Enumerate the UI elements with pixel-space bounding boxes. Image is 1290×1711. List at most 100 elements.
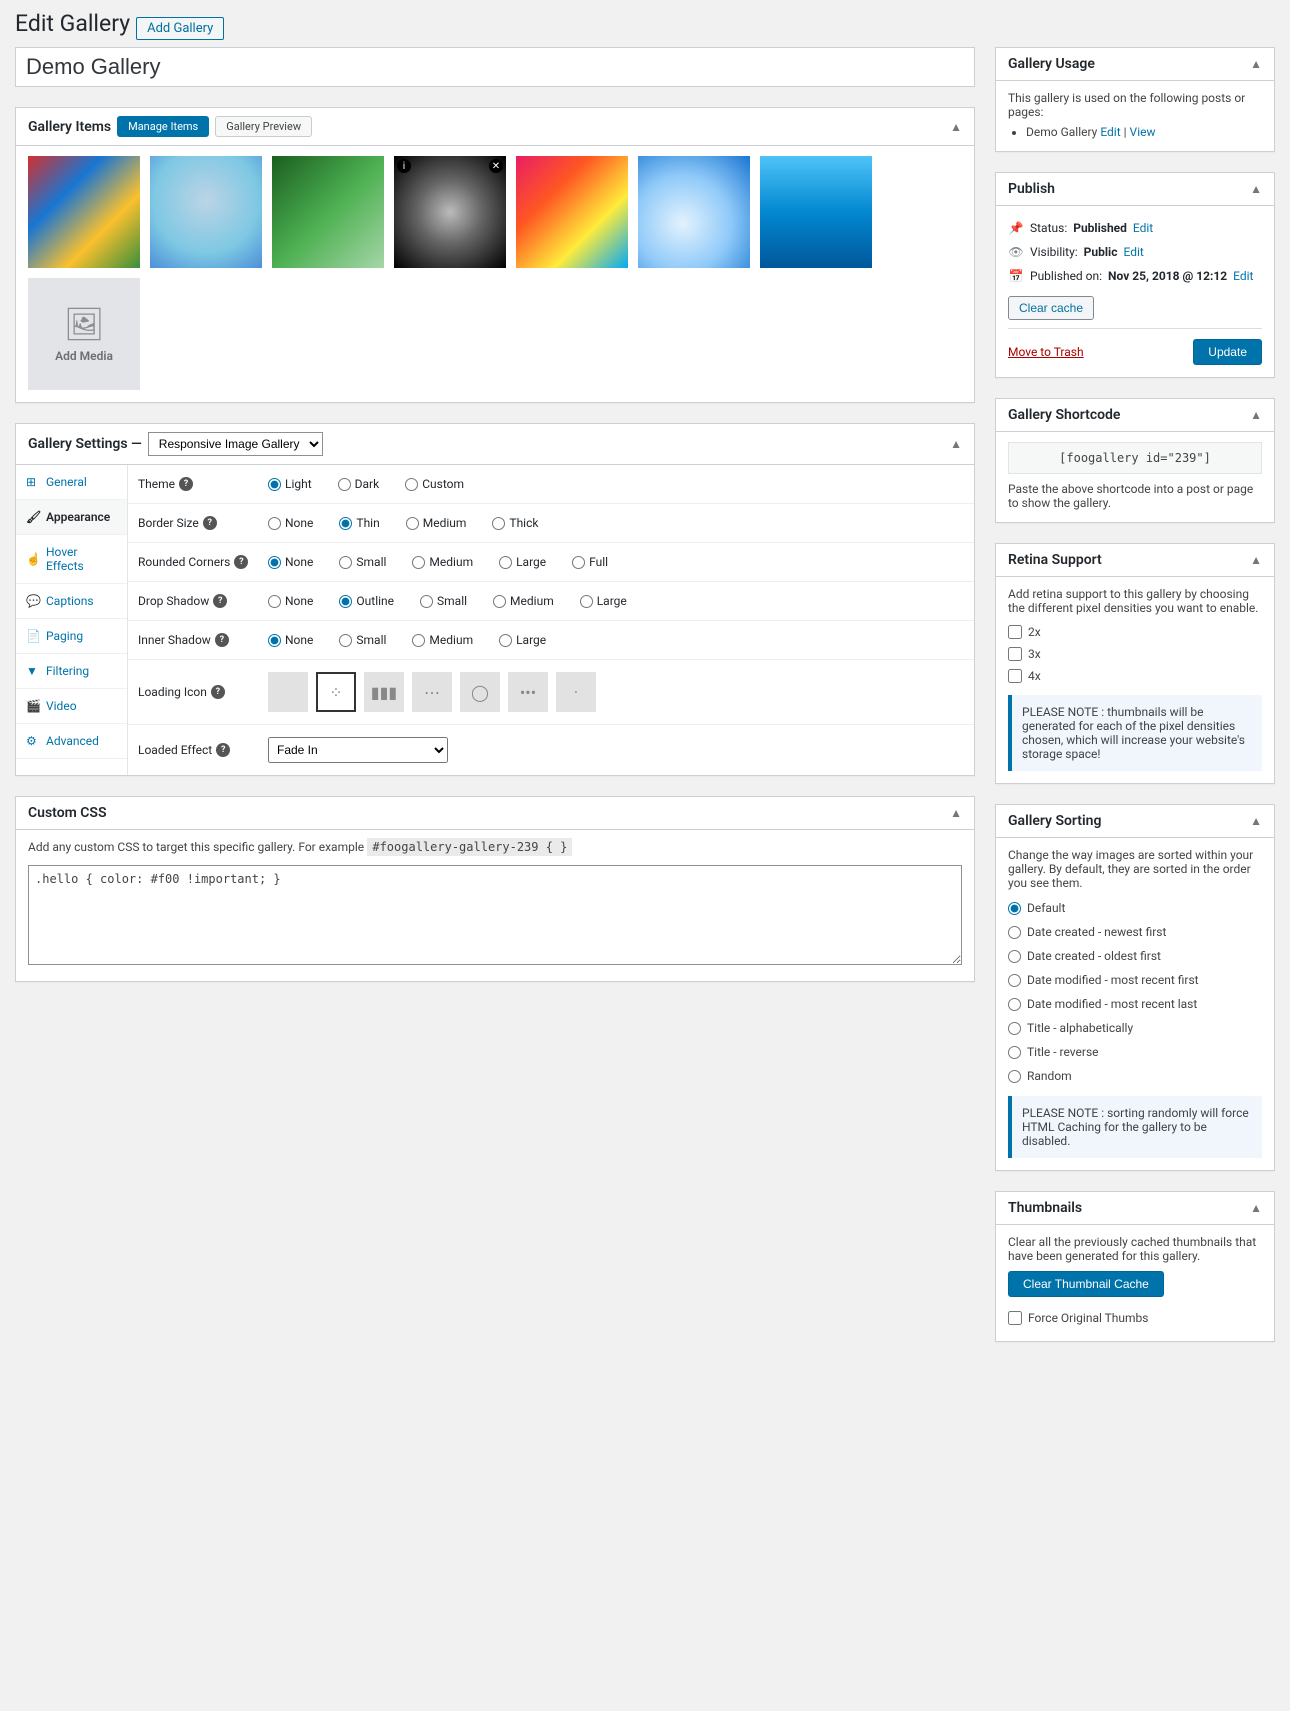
gallery-title-input[interactable] bbox=[15, 47, 975, 87]
published-value: Nov 25, 2018 @ 12:12 bbox=[1108, 269, 1227, 283]
help-icon[interactable]: ? bbox=[234, 555, 248, 569]
close-icon[interactable]: ✕ bbox=[489, 159, 503, 173]
loader-option-ellipsis[interactable]: ••• bbox=[508, 672, 548, 712]
gallery-thumb-2[interactable] bbox=[150, 156, 262, 268]
sorting-radio[interactable] bbox=[1008, 1022, 1021, 1035]
radio-innershadow-large[interactable]: Large bbox=[499, 633, 546, 647]
settings-tab-advanced[interactable]: ⚙Advanced bbox=[16, 724, 127, 759]
paging-icon: 📄 bbox=[26, 629, 40, 643]
radio-dropshadow-none[interactable]: None bbox=[268, 594, 313, 608]
published-edit-link[interactable]: Edit bbox=[1233, 269, 1253, 283]
publish-heading: Publish bbox=[1008, 181, 1055, 197]
move-to-trash-link[interactable]: Move to Trash bbox=[1008, 345, 1084, 359]
tab-gallery-preview[interactable]: Gallery Preview bbox=[215, 116, 312, 137]
gallery-thumb-6[interactable] bbox=[638, 156, 750, 268]
sorting-radio[interactable] bbox=[1008, 974, 1021, 987]
clear-thumbnail-cache-button[interactable]: Clear Thumbnail Cache bbox=[1008, 1271, 1164, 1297]
radio-rounded-none[interactable]: None bbox=[268, 555, 313, 569]
loader-option-dot[interactable]: · bbox=[556, 672, 596, 712]
gallery-items-heading: Gallery Items bbox=[28, 119, 111, 135]
loader-option-ring[interactable]: ◯ bbox=[460, 672, 500, 712]
radio-innershadow-small[interactable]: Small bbox=[339, 633, 386, 647]
add-gallery-button[interactable]: Add Gallery bbox=[136, 17, 224, 40]
radio-innershadow-none[interactable]: None bbox=[268, 633, 313, 647]
sorting-radio[interactable] bbox=[1008, 1046, 1021, 1059]
settings-tab-hover[interactable]: ☝Hover Effects bbox=[16, 535, 127, 584]
setting-loading-icon: Loading Icon? ⁘ ▮▮▮ ⋯ ◯ ••• · bbox=[128, 660, 974, 725]
radio-rounded-full[interactable]: Full bbox=[572, 555, 608, 569]
custom-css-textarea[interactable] bbox=[28, 865, 962, 965]
usage-view-link[interactable]: View bbox=[1130, 125, 1156, 139]
radio-dropshadow-small[interactable]: Small bbox=[420, 594, 467, 608]
clear-cache-button[interactable]: Clear cache bbox=[1008, 296, 1094, 320]
collapse-icon[interactable]: ▲ bbox=[1250, 57, 1262, 71]
radio-border-thin[interactable]: Thin bbox=[339, 516, 379, 530]
gallery-thumb-3[interactable] bbox=[272, 156, 384, 268]
label-loading: Loading Icon bbox=[138, 685, 207, 699]
settings-tab-paging[interactable]: 📄Paging bbox=[16, 619, 127, 654]
radio-innershadow-medium[interactable]: Medium bbox=[412, 633, 473, 647]
radio-rounded-medium[interactable]: Medium bbox=[412, 555, 473, 569]
shortcode-note: Paste the above shortcode into a post or… bbox=[1008, 482, 1262, 510]
visibility-edit-link[interactable]: Edit bbox=[1123, 245, 1143, 259]
radio-border-none[interactable]: None bbox=[268, 516, 313, 530]
settings-tab-filtering[interactable]: ▼Filtering bbox=[16, 654, 127, 689]
help-icon[interactable]: ? bbox=[211, 685, 225, 699]
radio-theme-dark[interactable]: Dark bbox=[338, 477, 380, 491]
help-icon[interactable]: ? bbox=[216, 743, 230, 757]
force-original-thumbs-checkbox[interactable] bbox=[1008, 1311, 1022, 1325]
shortcode-code[interactable]: [foogallery id="239"] bbox=[1008, 442, 1262, 474]
sorting-radio[interactable] bbox=[1008, 1070, 1021, 1083]
loader-option-dots[interactable]: ⋯ bbox=[412, 672, 452, 712]
sorting-radio[interactable] bbox=[1008, 926, 1021, 939]
retina-2x-checkbox[interactable] bbox=[1008, 625, 1022, 639]
loaded-effect-select[interactable]: Fade In bbox=[268, 737, 448, 763]
collapse-icon[interactable]: ▲ bbox=[1250, 814, 1262, 828]
radio-dropshadow-outline[interactable]: Outline bbox=[339, 594, 394, 608]
gallery-template-select[interactable]: Responsive Image Gallery bbox=[148, 432, 323, 456]
settings-tab-video[interactable]: 🎬Video bbox=[16, 689, 127, 724]
gallery-thumb-4[interactable]: i ✕ bbox=[394, 156, 506, 268]
collapse-icon[interactable]: ▲ bbox=[1250, 1201, 1262, 1215]
gallery-thumb-1[interactable] bbox=[28, 156, 140, 268]
update-button[interactable]: Update bbox=[1193, 339, 1262, 365]
collapse-icon[interactable]: ▲ bbox=[950, 120, 962, 134]
collapse-icon[interactable]: ▲ bbox=[1250, 553, 1262, 567]
radio-dropshadow-medium[interactable]: Medium bbox=[493, 594, 554, 608]
radio-border-medium[interactable]: Medium bbox=[406, 516, 467, 530]
help-icon[interactable]: ? bbox=[179, 477, 193, 491]
add-media-button[interactable]: 🖼 Add Media bbox=[28, 278, 140, 390]
help-icon[interactable]: ? bbox=[213, 594, 227, 608]
radio-rounded-small[interactable]: Small bbox=[339, 555, 386, 569]
sorting-radio[interactable] bbox=[1008, 902, 1021, 915]
loader-option-dots-circle[interactable]: ⁘ bbox=[316, 672, 356, 712]
gallery-thumb-5[interactable] bbox=[516, 156, 628, 268]
loader-option-blank[interactable] bbox=[268, 672, 308, 712]
gallery-thumb-7[interactable] bbox=[760, 156, 872, 268]
radio-rounded-large[interactable]: Large bbox=[499, 555, 546, 569]
usage-edit-link[interactable]: Edit bbox=[1100, 125, 1120, 139]
retina-heading: Retina Support bbox=[1008, 552, 1102, 568]
collapse-icon[interactable]: ▲ bbox=[1250, 408, 1262, 422]
sorting-radio[interactable] bbox=[1008, 950, 1021, 963]
settings-tab-captions[interactable]: 💬Captions bbox=[16, 584, 127, 619]
collapse-icon[interactable]: ▲ bbox=[950, 806, 962, 820]
loader-option-bars[interactable]: ▮▮▮ bbox=[364, 672, 404, 712]
tab-manage-items[interactable]: Manage Items bbox=[117, 116, 209, 137]
radio-border-thick[interactable]: Thick bbox=[492, 516, 538, 530]
settings-tab-general[interactable]: ⊞General bbox=[16, 465, 127, 500]
help-icon[interactable]: ? bbox=[203, 516, 217, 530]
sorting-radio[interactable] bbox=[1008, 998, 1021, 1011]
retina-3x-checkbox[interactable] bbox=[1008, 647, 1022, 661]
info-icon[interactable]: i bbox=[397, 159, 411, 173]
thumbnails-text: Clear all the previously cached thumbnai… bbox=[1008, 1235, 1262, 1263]
retina-4x-checkbox[interactable] bbox=[1008, 669, 1022, 683]
collapse-icon[interactable]: ▲ bbox=[1250, 182, 1262, 196]
radio-theme-light[interactable]: Light bbox=[268, 477, 312, 491]
collapse-icon[interactable]: ▲ bbox=[950, 437, 962, 451]
help-icon[interactable]: ? bbox=[215, 633, 229, 647]
radio-theme-custom[interactable]: Custom bbox=[405, 477, 464, 491]
settings-tab-appearance[interactable]: 🖌Appearance bbox=[16, 500, 127, 535]
radio-dropshadow-large[interactable]: Large bbox=[580, 594, 627, 608]
status-edit-link[interactable]: Edit bbox=[1133, 221, 1153, 235]
